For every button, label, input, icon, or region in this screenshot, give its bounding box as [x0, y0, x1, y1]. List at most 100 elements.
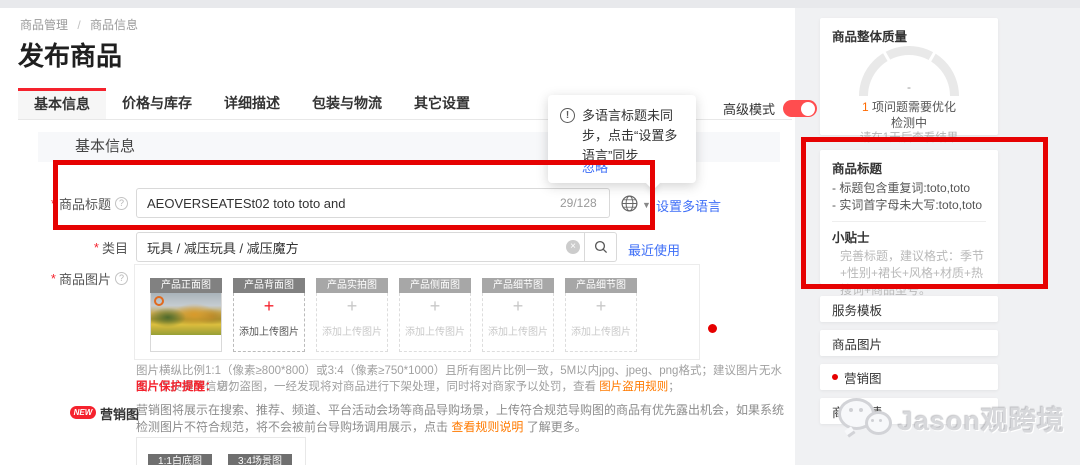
sidebar-item-service-template[interactable]: 服务模板	[820, 296, 998, 322]
slot-upload-area[interactable]: + 添加上传图片	[565, 293, 637, 352]
slot-upload-area[interactable]: + 添加上传图片	[399, 293, 471, 352]
wechat-bubble-small	[865, 411, 892, 435]
breadcrumb-item-product-management[interactable]: 商品管理	[20, 18, 68, 32]
upload-slot-detail-2[interactable]: 产品细节图 + 添加上传图片	[565, 278, 637, 352]
advanced-mode-control: 高级模式	[723, 99, 818, 118]
required-asterisk: *	[93, 239, 99, 255]
upload-slot-back[interactable]: 产品背面图 + 添加上传图片	[233, 278, 305, 352]
tab-basic-info[interactable]: 基本信息	[18, 88, 106, 120]
upload-slot-front[interactable]: 产品正面图	[150, 278, 222, 352]
marketing-image-description: 营销图将展示在搜索、推荐、频道、平台活动会场等商品导购场景，上传符合规范导购图的…	[136, 402, 792, 436]
breadcrumb: 商品管理 / 商品信息	[20, 16, 138, 33]
breadcrumb-item-product-info[interactable]: 商品信息	[90, 18, 138, 32]
category-input[interactable]	[136, 232, 585, 262]
upload-slot-detail-1[interactable]: 产品细节图 + 添加上传图片	[482, 278, 554, 352]
toggle-knob	[801, 101, 816, 116]
issue-text: 项问题需要优化	[868, 100, 957, 114]
required-asterisk: *	[50, 195, 56, 211]
search-icon	[594, 240, 607, 254]
sidebar-item-marketing-image[interactable]: 营销图	[820, 364, 998, 390]
product-title-label-text: 商品标题	[58, 196, 111, 212]
breadcrumb-separator: /	[77, 18, 81, 32]
tab-detail-desc[interactable]: 详细描述	[208, 88, 296, 120]
globe-language-icon[interactable]	[621, 195, 638, 217]
upload-slot-side[interactable]: 产品侧面图 + 添加上传图片	[399, 278, 471, 352]
sidebar-item-label: 营销图	[844, 371, 882, 386]
section-title: 基本信息	[75, 138, 136, 155]
tab-bar: 基本信息 价格与库存 详细描述 包装与物流 其它设置	[18, 88, 486, 120]
product-title-input[interactable]	[136, 188, 610, 218]
title-issues-card-title: 商品标题	[832, 162, 883, 176]
add-upload-label: 添加上传图片	[405, 327, 465, 338]
product-front-image	[151, 293, 221, 335]
plus-icon: +	[595, 296, 607, 316]
set-multilanguage-link[interactable]: 设置多语言	[656, 196, 721, 215]
view-rules-link[interactable]: 查看规则说明	[451, 420, 523, 434]
warning-icon	[560, 108, 575, 123]
watermark-text: Jason观跨境	[898, 405, 1066, 436]
annotation-dot	[708, 324, 717, 333]
help-icon[interactable]	[115, 271, 128, 285]
chevron-down-icon[interactable]: ▼	[642, 200, 651, 210]
product-images-label-text: 商品图片	[58, 271, 111, 287]
tab-other-settings[interactable]: 其它设置	[398, 88, 486, 120]
sidebar-item-label: 商品图片	[832, 337, 883, 352]
slot-title: 产品背面图	[233, 278, 305, 293]
clear-icon[interactable]: ×	[566, 240, 580, 254]
tab-price-stock[interactable]: 价格与库存	[106, 88, 208, 120]
issue-count: 1	[861, 100, 869, 114]
wechat-eye	[871, 419, 874, 422]
detection-hint: 请在1天后查看结果	[859, 132, 959, 144]
wechat-icon	[838, 394, 894, 442]
tab-scene-image[interactable]: 3:4场景图	[228, 454, 292, 465]
advanced-mode-toggle[interactable]	[783, 100, 818, 117]
new-badge: NEW	[70, 406, 96, 419]
page-title: 发布商品	[18, 41, 123, 71]
quality-card-title: 商品整体质量	[832, 30, 908, 44]
slot-upload-area[interactable]: + 添加上传图片	[233, 293, 305, 352]
issue-capitalization: - 实词首字母未大写:toto,toto	[832, 198, 983, 212]
slot-title: 产品细节图	[482, 278, 554, 293]
rotate-icon[interactable]	[154, 296, 164, 306]
add-upload-label: 添加上传图片	[239, 327, 299, 338]
tab-white-bg-image[interactable]: 1:1白底图	[148, 454, 212, 465]
advanced-mode-label: 高级模式	[723, 102, 776, 117]
alert-dot-icon	[832, 374, 838, 380]
product-title-label: * 商品标题	[0, 188, 128, 218]
upload-slot-real[interactable]: 产品实拍图 + 添加上传图片	[316, 278, 388, 352]
slot-image-area	[150, 293, 222, 352]
marketing-desc-suffix: 了解更多。	[523, 420, 587, 434]
title-char-counter: 29/128	[560, 196, 597, 210]
help-icon[interactable]	[115, 196, 128, 210]
add-upload-label: 添加上传图片	[322, 327, 382, 338]
slot-upload-area[interactable]: + 添加上传图片	[482, 293, 554, 352]
plus-icon: +	[263, 296, 275, 316]
gauge-value: -	[907, 80, 911, 94]
multilanguage-sync-tooltip: 多语言标题未同步，点击“设置多语言”同步 忽略	[548, 95, 696, 191]
product-images-label: * 商品图片	[0, 268, 128, 288]
sidebar-item-product-images[interactable]: 商品图片	[820, 330, 998, 356]
ignore-link[interactable]: 忽略	[582, 157, 608, 176]
tips-text: 完善标题，建议格式：季节+性别+裙长+风格+材质+热搜词+商品型号。	[840, 249, 985, 297]
tooltip-arrow	[645, 175, 661, 191]
recently-used-link[interactable]: 最近使用	[628, 240, 680, 259]
issue-summary: 1 项问题需要优化	[820, 98, 998, 115]
tab-packaging-logistics[interactable]: 包装与物流	[296, 88, 398, 120]
wechat-eye	[859, 408, 863, 412]
category-search-button[interactable]	[585, 232, 617, 262]
card-divider	[832, 221, 986, 222]
title-issues-card: 商品标题 - 标题包含重复词:toto,toto - 实词首字母未大写:toto…	[820, 150, 998, 297]
slot-title: 产品实拍图	[316, 278, 388, 293]
wechat-eye	[849, 408, 853, 412]
plus-icon: +	[346, 296, 358, 316]
marketing-upload-box: 1:1白底图 3:4场景图	[136, 437, 306, 465]
category-label-text: 类目	[101, 240, 128, 256]
slot-title: 产品细节图	[565, 278, 637, 293]
slot-upload-area[interactable]: + 添加上传图片	[316, 293, 388, 352]
image-theft-rules-link[interactable]: 图片盗用规则	[599, 381, 668, 393]
watermark: Jason观跨境	[838, 394, 1065, 442]
top-strip	[0, 0, 1080, 8]
required-asterisk: *	[50, 270, 56, 286]
marketing-image-label: 营销图	[100, 407, 140, 422]
issue-duplicate-words: - 标题包含重复词:toto,toto	[832, 181, 971, 195]
